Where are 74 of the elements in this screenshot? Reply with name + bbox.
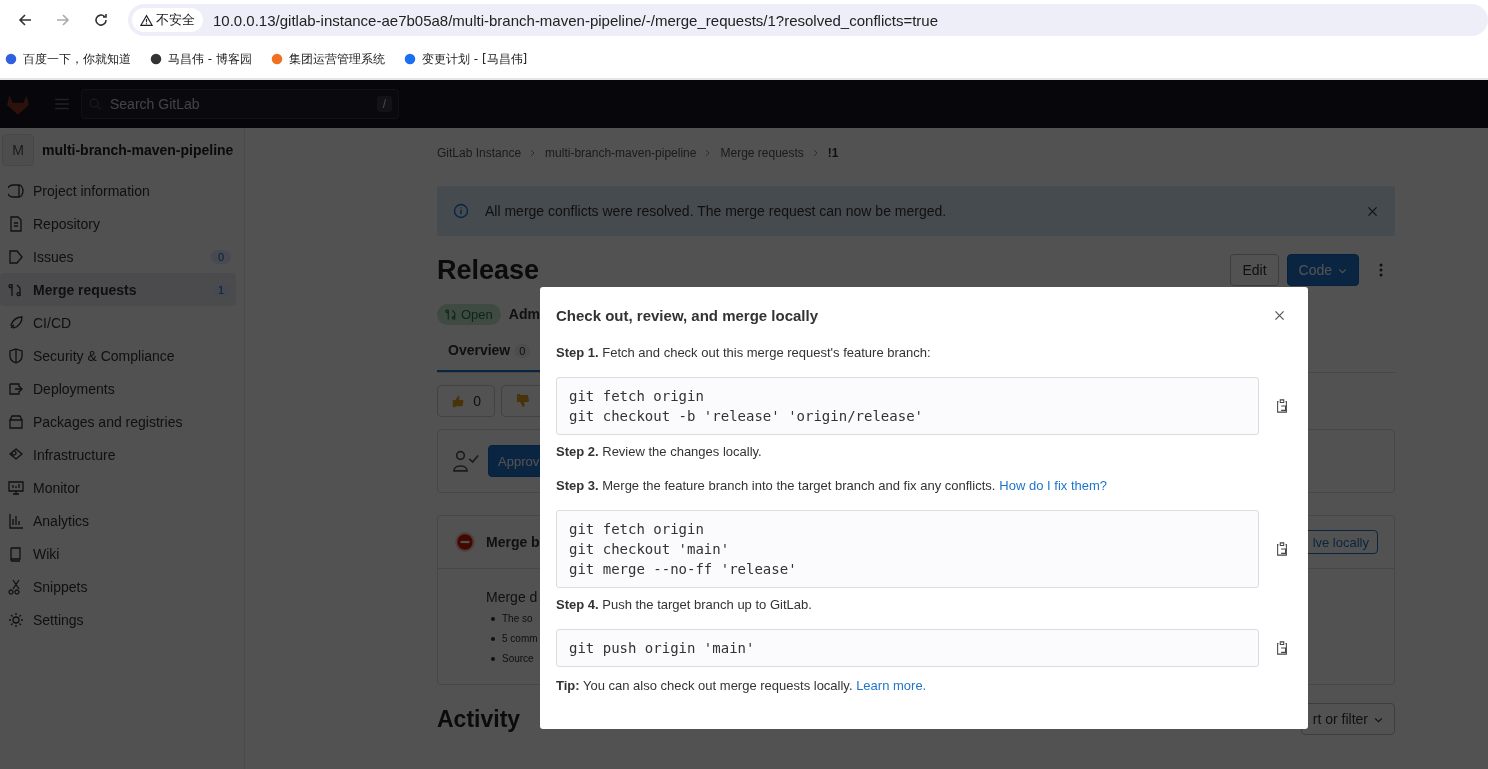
widget-body-title: Merge d [486, 589, 538, 605]
merge-request-title: Release [437, 254, 541, 286]
edit-button[interactable]: Edit [1230, 254, 1279, 286]
sidebar-item[interactable]: CI/CD [0, 306, 236, 339]
url-text: 10.0.0.13/gitlab-instance-ae7b05a8/multi-branch-maven-pipeline/-/merge_requests/1?resolved_conflicts=true [213, 11, 938, 29]
sidebar-item[interactable]: Repository [0, 207, 236, 240]
monitor-icon [8, 479, 24, 496]
bookmark[interactable]: 百度一下，你就知道 [4, 50, 131, 68]
section-heading: Activity [437, 705, 521, 733]
bookmark[interactable]: 集团运营管理系统 [269, 50, 385, 68]
thumbs-down-icon [515, 393, 531, 409]
bookmark[interactable]: 马昌伟 - 博客园 [149, 50, 252, 68]
reaction-button[interactable]: 0 [437, 385, 495, 417]
list-item: The so [502, 612, 533, 626]
widget-title: Merge b [486, 534, 540, 550]
merge-icon [8, 281, 24, 298]
code-block: git fetch origin git checkout 'main' git merge --no-ff 'release' [556, 510, 1259, 588]
package-icon [8, 413, 24, 430]
bookmark[interactable]: 变更计划 - [马昌伟] [402, 50, 528, 68]
step-text: Step 3. Merge the feature branch into the target branch and fix any conflicts. How do I fix them? [556, 477, 1108, 495]
help-link[interactable]: How do I fix them? [999, 478, 1107, 493]
sidebar-item[interactable]: Settings [0, 603, 236, 636]
document-icon [8, 215, 24, 232]
modal-title: Check out, review, and merge locally [556, 306, 819, 324]
sidebar-item[interactable]: Merge requests 1 [0, 273, 236, 306]
list-item: 5 comm [502, 632, 538, 646]
author-name[interactable]: Adm [508, 306, 540, 322]
step-text: Step 4. Push the target branch up to GitLab. [556, 596, 813, 614]
code-block: git push origin 'main' [556, 629, 1259, 667]
merge-icon [445, 307, 458, 321]
sidebar-item[interactable]: Snippets [0, 570, 236, 603]
clipboard-icon[interactable] [1275, 641, 1289, 655]
code-button[interactable]: Code [1286, 254, 1359, 286]
sidebar-item[interactable]: Monitor [0, 471, 236, 504]
info-icon [453, 203, 469, 219]
sidebar-item[interactable]: Analytics [0, 504, 236, 537]
security-chip[interactable]: 不安全 [132, 8, 203, 32]
project-name[interactable]: multi-branch-maven-pipeline [42, 142, 234, 158]
count-badge: 1 [210, 282, 231, 297]
code-block: git fetch origin git checkout -b 'release' 'origin/release' [556, 377, 1259, 435]
approver-icon [452, 450, 480, 472]
shortcut-key: / [376, 96, 392, 112]
tip-text: Tip: You can also check out merge requests locally. Learn more. [556, 677, 928, 695]
clipboard-icon[interactable] [1275, 399, 1289, 413]
sidebar-item[interactable]: Packages and registries [0, 405, 236, 438]
bullet-icon [491, 617, 495, 621]
sidebar-item[interactable]: Deployments [0, 372, 236, 405]
clipboard-icon[interactable] [1275, 542, 1289, 556]
thumbs-up-icon [451, 393, 466, 409]
list-item: Source [502, 652, 534, 666]
bullet-icon [491, 657, 495, 661]
step-text: Step 2. Review the changes locally. [556, 443, 763, 461]
deploy-icon [8, 380, 24, 397]
more-icon[interactable] [1379, 262, 1383, 278]
sidebar-item[interactable]: Project information [0, 174, 236, 207]
close-icon[interactable] [1273, 308, 1286, 322]
blocked-icon [454, 531, 476, 553]
sidebar-item[interactable]: Infrastructure [0, 438, 236, 471]
breadcrumb-link[interactable]: !1 [827, 146, 839, 160]
sort-button[interactable]: rt or filter [1300, 703, 1395, 735]
settings-icon [8, 611, 24, 628]
learn-more-link[interactable]: Learn more. [856, 678, 927, 693]
warning-icon [140, 13, 153, 27]
shield-icon [8, 347, 24, 364]
chart-icon [8, 512, 24, 529]
bullet-icon [491, 637, 495, 641]
alert-message: All merge conflicts were resolved. The merge request can now be merged. [485, 203, 948, 219]
chevron-icon [811, 149, 820, 157]
step-text: Step 1. Fetch and check out this merge request's feature branch: [556, 344, 932, 362]
address-bar[interactable]: 不安全 10.0.0.13/gitlab-instance-ae7b05a8/multi-branch-maven-pipeline/-/merge_requests/1?resolved_conflicts=true [128, 4, 1488, 36]
issue-icon [8, 248, 24, 265]
sidebar-item[interactable]: Wiki [0, 537, 236, 570]
sidebar-item[interactable]: Security & Compliance [0, 339, 236, 372]
rocket-icon [8, 314, 24, 331]
